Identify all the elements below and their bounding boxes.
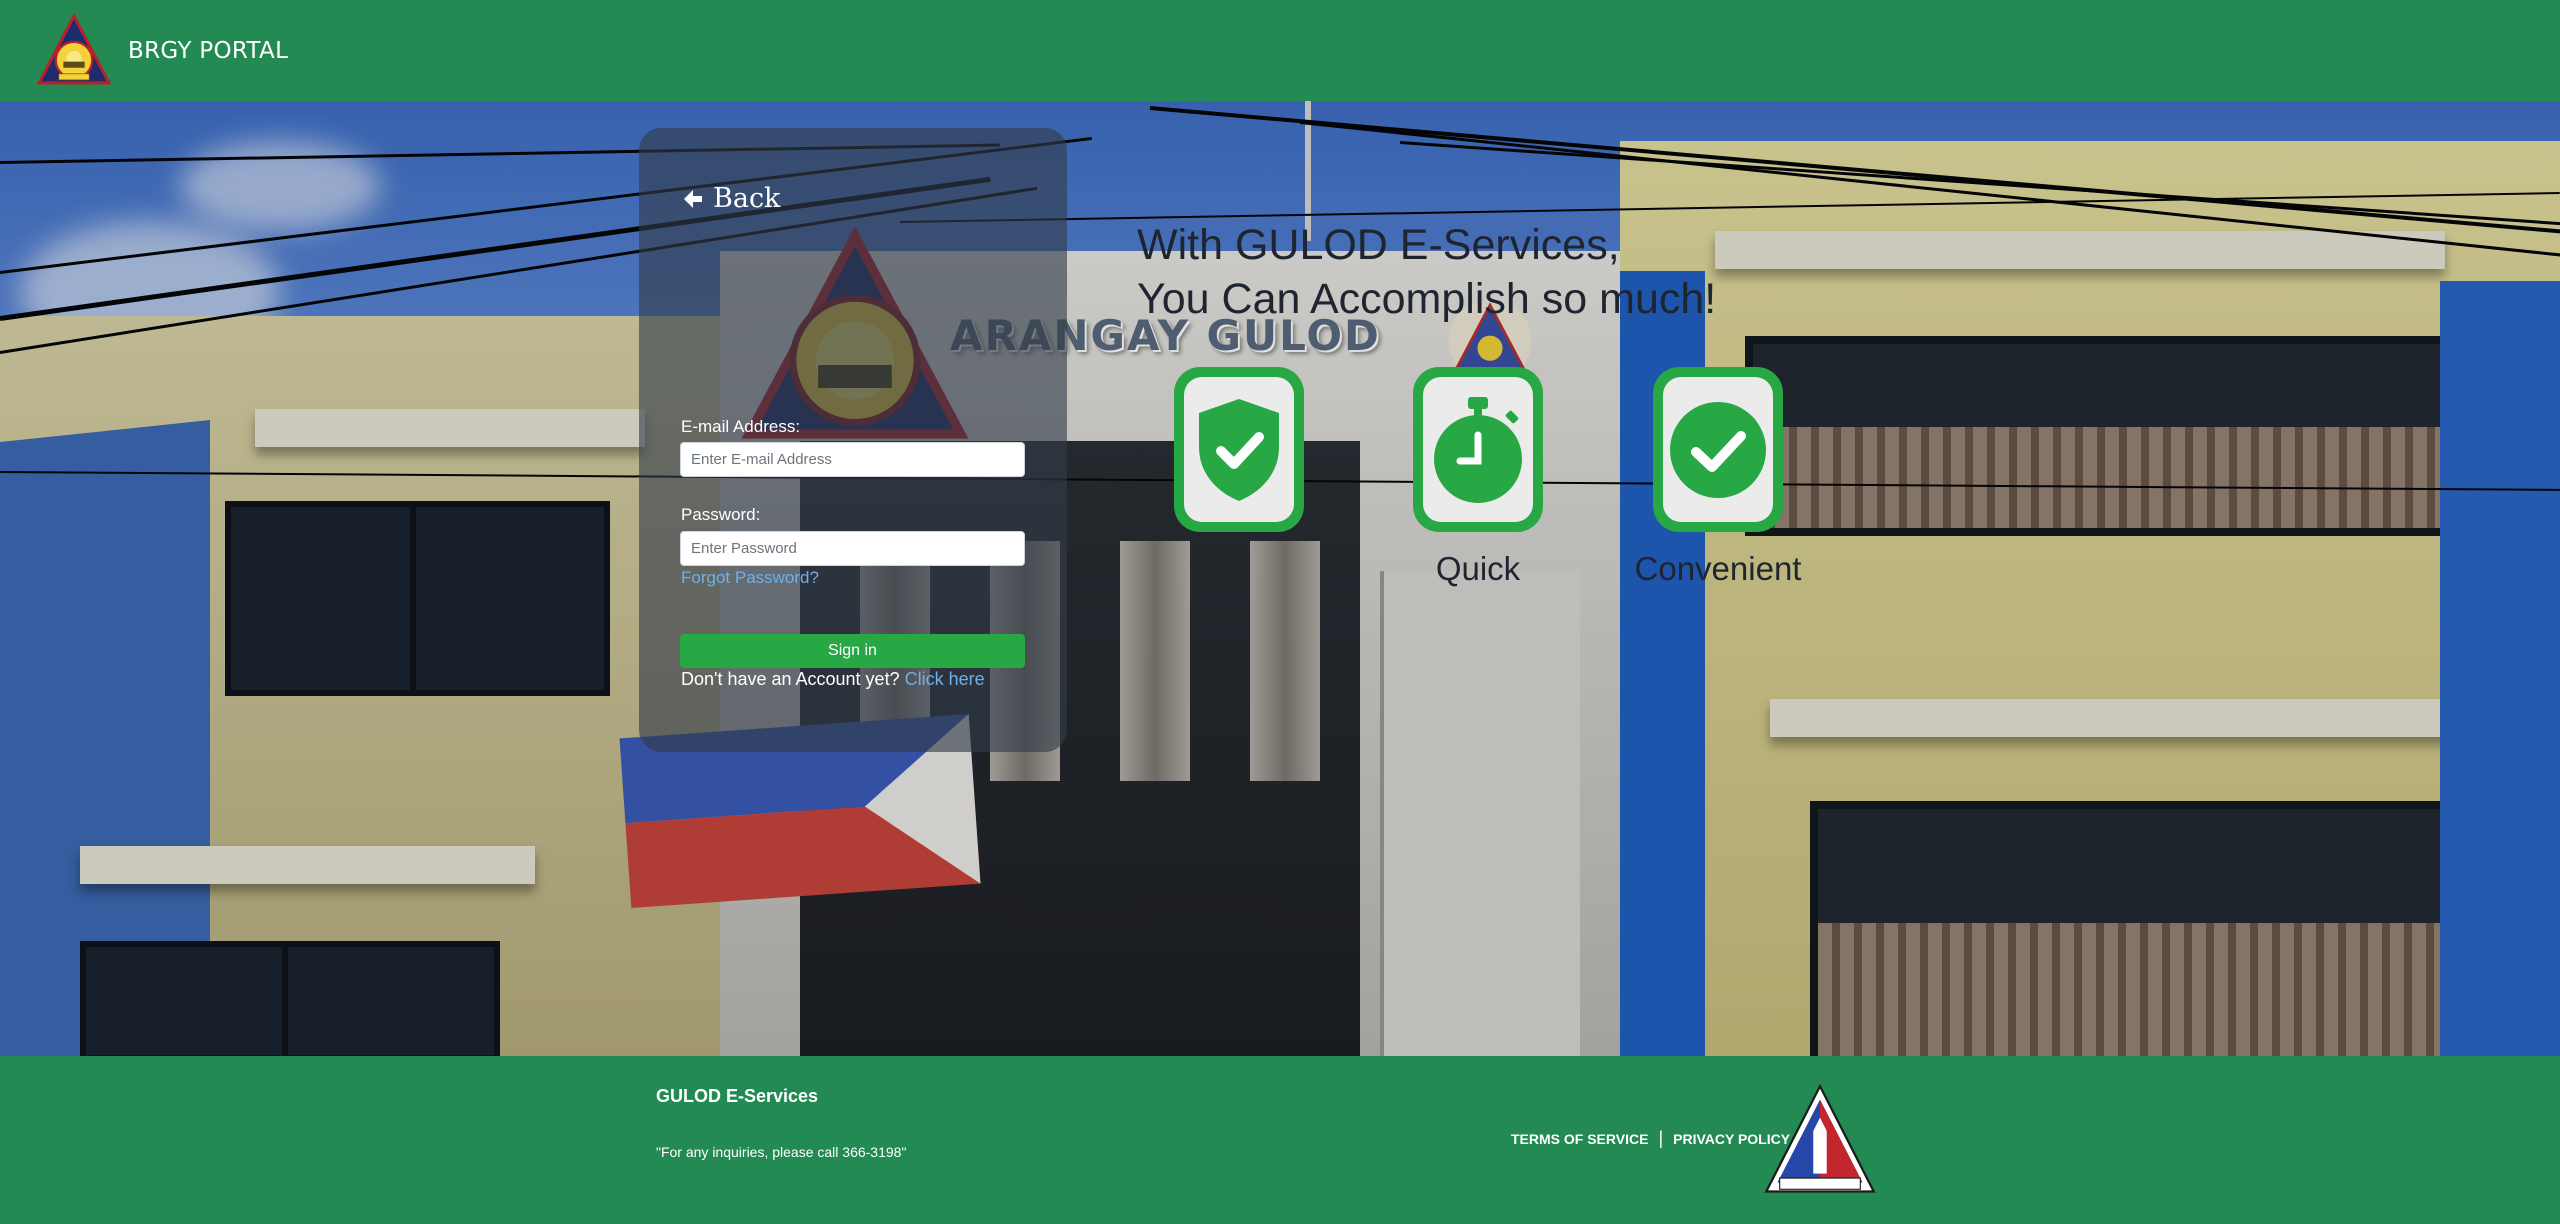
shield-check-icon [1199, 398, 1279, 501]
stopwatch-icon [1434, 396, 1522, 503]
brand-title[interactable]: BRGY PORTAL [128, 38, 288, 64]
password-input[interactable] [680, 531, 1025, 566]
top-navbar: BRGY PORTAL [0, 0, 2560, 101]
tagline-line-2: You Can Accomplish so much! [1137, 275, 1717, 323]
register-prompt: Don't have an Account yet? Click here [681, 669, 985, 690]
feature-tile [1413, 367, 1543, 532]
feature-convenient: Convenient [1635, 367, 1801, 587]
email-input[interactable] [680, 442, 1025, 477]
footer-link-separator: | [1658, 1128, 1664, 1148]
feature-label: Convenient [1634, 550, 1802, 587]
barangay-seal-logo[interactable] [36, 12, 112, 89]
footer-title: GULOD E-Services [656, 1086, 819, 1106]
footer-inquiry-note: "For any inquiries, please call 366-3198… [656, 1144, 907, 1160]
forgot-password-link[interactable]: Forgot Password? [681, 568, 819, 588]
terms-of-service-link[interactable]: TERMS OF SERVICE [1511, 1131, 1648, 1147]
check-circle-icon [1670, 401, 1766, 498]
tagline: With GULOD E-Services, You Can Accomplis… [1137, 218, 1716, 326]
footer: GULOD E-Services "For any inquiries, ple… [0, 1056, 2560, 1224]
feature-secure [1174, 367, 1304, 532]
register-prompt-text: Don't have an Account yet? [681, 669, 900, 689]
register-link[interactable]: Click here [905, 669, 985, 689]
back-label: Back [713, 183, 781, 214]
quezon-city-seal-logo [1764, 1084, 1876, 1193]
feature-tile [1653, 367, 1783, 532]
email-label: E-mail Address: [681, 417, 801, 436]
tagline-line-1: With GULOD E-Services, [1137, 221, 1620, 269]
footer-links: TERMS OF SERVICE | PRIVACY POLICY [1511, 1128, 1790, 1149]
feature-tile [1174, 367, 1304, 532]
sign-in-button[interactable]: Sign in [680, 634, 1025, 668]
back-link[interactable]: Back [681, 183, 780, 214]
feature-quick: Quick [1413, 367, 1543, 587]
login-card: Back E-mail Address: Password: Forgot Pa… [639, 128, 1067, 752]
feature-label: Quick [1435, 550, 1521, 587]
arrow-left-icon [684, 189, 702, 208]
password-label: Password: [681, 505, 761, 524]
